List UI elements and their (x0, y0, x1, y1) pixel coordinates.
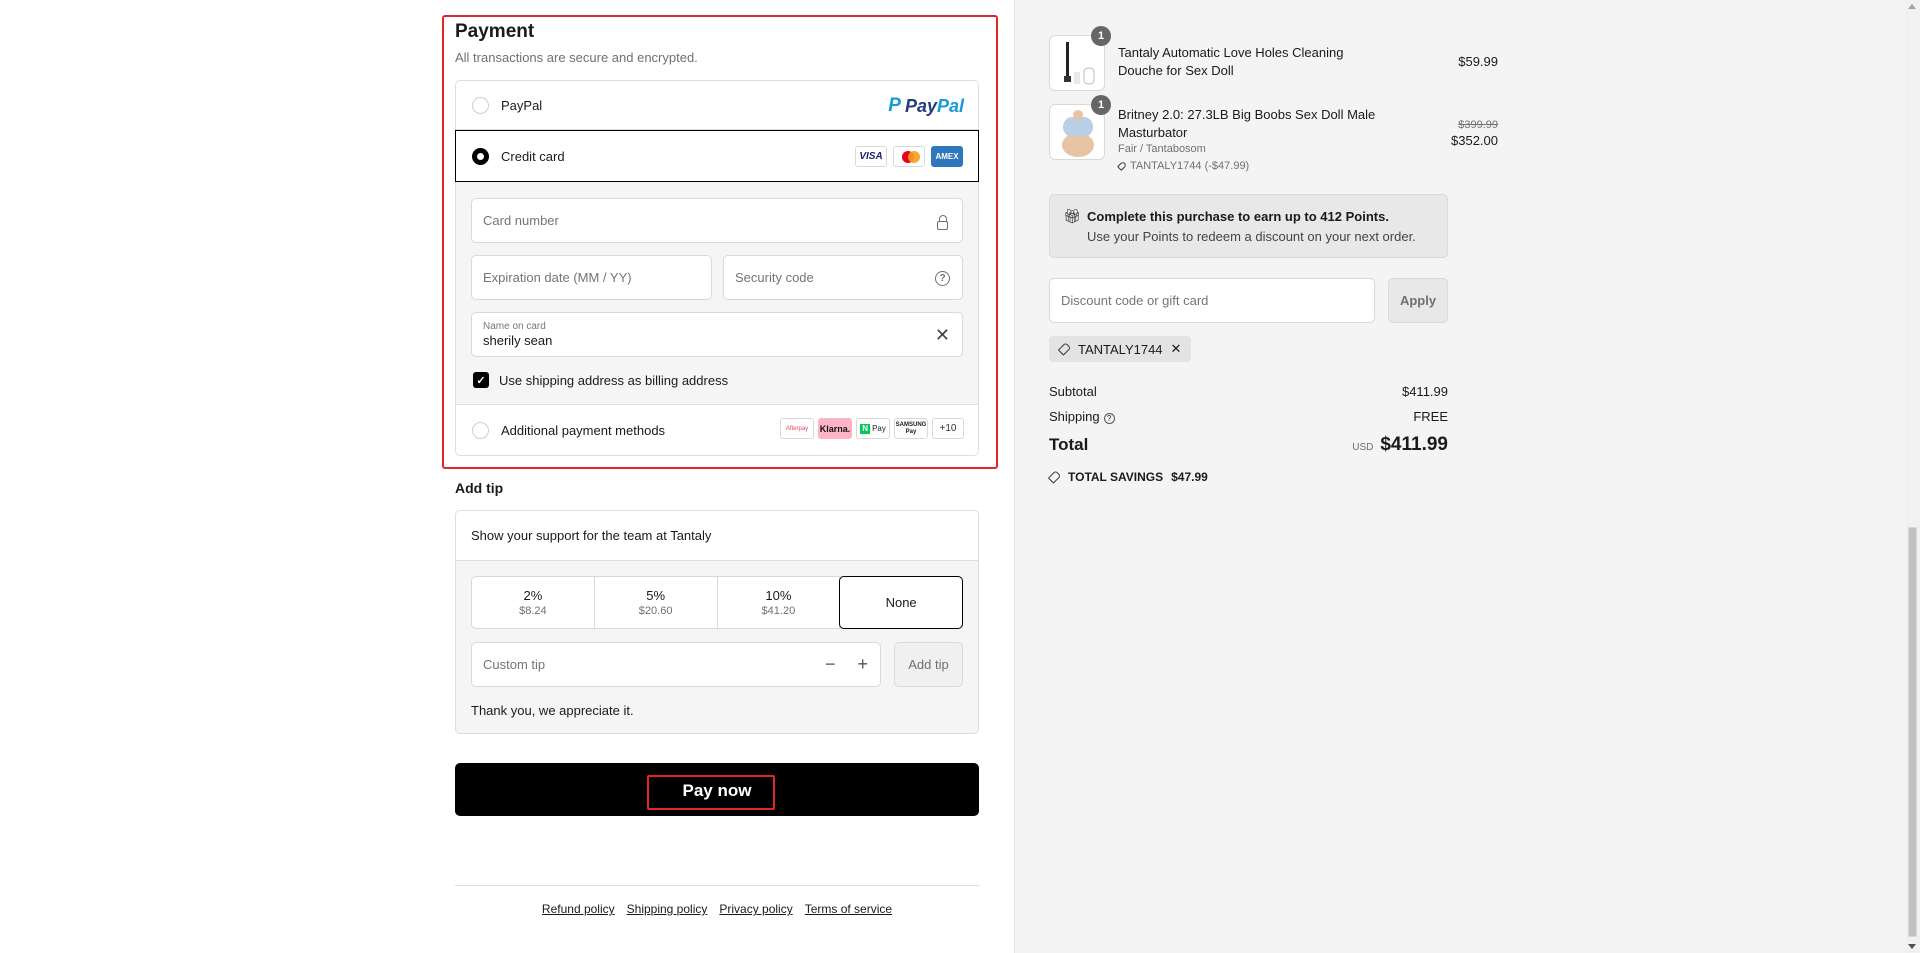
terms-of-service-link[interactable]: Terms of service (805, 902, 892, 916)
tip-option-amount: $41.20 (761, 605, 796, 617)
tip-support-text: Show your support for the team at Tantal… (456, 511, 978, 561)
tip-option-pct: 10% (765, 588, 792, 603)
custom-tip-input[interactable]: Custom tip − + (471, 642, 881, 687)
total-savings: TOTAL SAVINGS $47.99 (1047, 470, 1208, 484)
tip-section: Show your support for the team at Tantal… (455, 510, 979, 734)
tip-stepper: − + (825, 654, 868, 675)
applied-discount-code: TANTALY1744 (1078, 341, 1163, 357)
info-icon[interactable]: ? (1103, 413, 1115, 424)
tip-option-pct: None (885, 595, 917, 610)
refund-policy-link[interactable]: Refund policy (542, 902, 615, 916)
points-banner: 🎁︎ Complete this purchase to earn up to … (1049, 194, 1448, 258)
tip-option-pct: 2% (523, 588, 543, 603)
line-item-price: $352.00 (1451, 133, 1498, 148)
payment-highlight-box (442, 15, 998, 469)
shipping-label-group: Shipping? (1049, 409, 1115, 424)
points-subtitle: Use your Points to redeem a discount on … (1087, 229, 1416, 244)
shipping-value: FREE (1413, 409, 1448, 424)
tip-options: 2% $8.24 5% $20.60 10% $41.20 None (471, 576, 963, 629)
subtotal-value: $411.99 (1401, 384, 1448, 399)
minus-icon[interactable]: − (825, 654, 836, 675)
scrollbar-thumb[interactable] (1908, 527, 1917, 937)
privacy-policy-link[interactable]: Privacy policy (719, 902, 792, 916)
plus-icon[interactable]: + (857, 654, 868, 675)
remove-discount-icon[interactable]: ✕ (1171, 341, 1182, 357)
line-item-variant: Fair / Tantabosom (1118, 143, 1206, 155)
tag-icon (1117, 161, 1127, 171)
scroll-down-icon[interactable] (1908, 944, 1916, 949)
tip-option-10[interactable]: 10% $41.20 (718, 577, 841, 628)
shipping-row: Shipping? FREE (1049, 409, 1448, 424)
points-title: Complete this purchase to earn up to 412… (1087, 209, 1389, 224)
footer-divider (455, 885, 979, 886)
line-item-original-price: $399.99 (1458, 119, 1498, 131)
gift-icon: 🎁︎ (1063, 208, 1081, 224)
subtotal-label: Subtotal (1049, 384, 1097, 399)
line-item: 1 Britney 2.0: 27.3LB Big Boobs Sex Doll… (1049, 95, 1498, 174)
subtotal-row: Subtotal $411.99 (1049, 384, 1448, 399)
quantity-badge: 1 (1091, 26, 1111, 46)
line-item-price: $59.99 (1458, 54, 1498, 69)
scroll-up-icon[interactable] (1908, 4, 1916, 9)
savings-value: $47.99 (1171, 470, 1208, 484)
discount-code-input[interactable]: Discount code or gift card (1049, 278, 1375, 323)
quantity-badge: 1 (1091, 95, 1111, 115)
line-item-name: Britney 2.0: 27.3LB Big Boobs Sex Doll M… (1118, 107, 1376, 140)
pay-now-highlight-box (647, 775, 775, 810)
tip-thanks-text: Thank you, we appreciate it. (471, 703, 634, 718)
savings-label: TOTAL SAVINGS (1068, 470, 1164, 484)
line-item-discount: TANTALY1744 (-$47.99) (1117, 160, 1250, 172)
tip-option-amount: $20.60 (638, 605, 673, 617)
tip-option-5[interactable]: 5% $20.60 (595, 577, 718, 628)
tip-option-amount: $8.24 (519, 605, 547, 617)
custom-tip-placeholder: Custom tip (483, 657, 546, 672)
add-tip-button[interactable]: Add tip (894, 642, 963, 687)
tip-option-none[interactable]: None (839, 576, 963, 629)
policy-footer: Refund policy Shipping policy Privacy po… (455, 902, 979, 916)
tip-option-2[interactable]: 2% $8.24 (472, 577, 595, 628)
page-scrollbar[interactable] (1905, 0, 1920, 953)
line-item: 1 Tantaly Automatic Love Holes Cleaning … (1049, 26, 1498, 91)
total-label: Total (1049, 435, 1089, 454)
total-row: Total USD $411.99 (1049, 434, 1448, 456)
shipping-policy-link[interactable]: Shipping policy (627, 902, 708, 916)
apply-button[interactable]: Apply (1388, 278, 1448, 323)
shipping-label: Shipping (1049, 409, 1100, 424)
applied-discount-chip: TANTALY1744 ✕ (1049, 336, 1192, 362)
currency-code: USD (1352, 442, 1374, 453)
line-item-discount-text: TANTALY1744 (-$47.99) (1130, 160, 1250, 172)
total-value: $411.99 (1380, 434, 1448, 455)
add-tip-heading: Add tip (455, 480, 504, 496)
tag-icon (1047, 470, 1062, 484)
tip-option-pct: 5% (646, 588, 666, 603)
tag-icon (1057, 342, 1072, 356)
line-item-name: Tantaly Automatic Love Holes Cleaning Do… (1118, 45, 1344, 78)
